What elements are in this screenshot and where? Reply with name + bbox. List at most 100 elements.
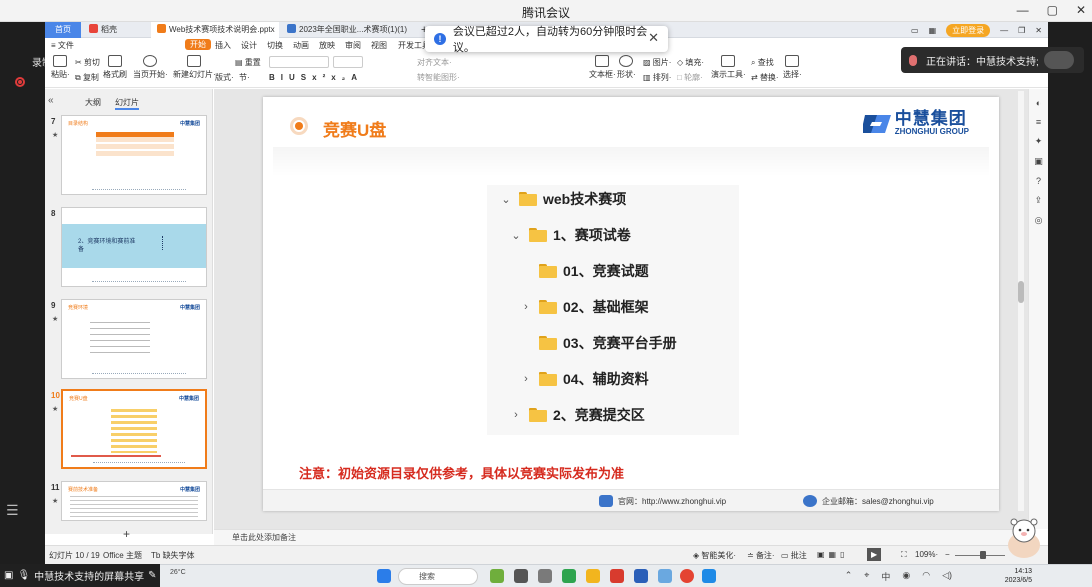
minimize-button[interactable]: —: [1017, 3, 1029, 17]
menu-slideshow[interactable]: 放映: [319, 40, 335, 51]
reset-button[interactable]: ▤ 重置: [235, 57, 261, 68]
smart-beautify-button[interactable]: ◈ 智能美化·: [693, 550, 736, 561]
wps-restore-button[interactable]: ❐: [1018, 26, 1025, 35]
taskbar-clock[interactable]: 14:13 2023/6/5: [1005, 567, 1032, 585]
wps-close-button[interactable]: ✕: [1035, 26, 1042, 35]
tray-chevron-icon[interactable]: ⌃: [845, 570, 853, 583]
outline-button[interactable]: □ 轮廓·: [677, 72, 703, 83]
share-icon[interactable]: ⇪: [1029, 195, 1048, 206]
start-button-icon[interactable]: [377, 569, 391, 583]
zoom-level[interactable]: 109%·: [915, 550, 938, 559]
format-painter-button[interactable]: 格式刷: [103, 55, 127, 80]
property-icon[interactable]: ≡: [1029, 117, 1048, 127]
menu-animation[interactable]: 动画: [293, 40, 309, 51]
wifi-icon[interactable]: ◠: [922, 570, 930, 583]
select-button[interactable]: 选择·: [783, 55, 802, 80]
tray-app-icon[interactable]: ◉: [902, 570, 910, 583]
add-slide-button[interactable]: +: [123, 527, 130, 541]
menu-design[interactable]: 设计: [241, 40, 257, 51]
menu-insert[interactable]: 插入: [215, 40, 231, 51]
slide-thumb-10[interactable]: 竞赛U盘 中慧集团: [61, 389, 207, 469]
menu-list-icon[interactable]: ☰: [6, 502, 19, 519]
theme-name[interactable]: Office 主题: [103, 550, 142, 561]
font-style-buttons[interactable]: BIUSx²x₂A: [269, 73, 363, 82]
slide-thumb-9[interactable]: 竞赛环境 中慧集团: [61, 299, 207, 379]
fit-window-icon[interactable]: ⛶: [901, 550, 907, 560]
tab-outline[interactable]: 大纲: [85, 97, 101, 110]
align-text-button[interactable]: 对齐文本·: [417, 57, 452, 68]
layout-icon[interactable]: ▭: [911, 26, 919, 35]
close-button[interactable]: ✕: [1076, 3, 1086, 17]
app-icon[interactable]: [562, 569, 576, 583]
shape-button[interactable]: 形状·: [617, 55, 636, 80]
layers-icon[interactable]: ▣: [1029, 156, 1048, 167]
animation-icon[interactable]: ✦: [1029, 136, 1048, 147]
app-icon[interactable]: [634, 569, 648, 583]
replace-button[interactable]: ⇄ 替换·: [751, 72, 779, 83]
tray-pin-icon[interactable]: ⌖: [864, 570, 869, 583]
layout-button[interactable]: 版式·: [215, 72, 234, 83]
textbox-button[interactable]: 文本框·: [589, 55, 616, 80]
play-from-current-button[interactable]: 当页开始·: [133, 55, 168, 80]
style-icon[interactable]: ◐: [1029, 98, 1048, 108]
app-icon[interactable]: [538, 569, 552, 583]
arrange-button[interactable]: ▥ 排列·: [643, 72, 671, 83]
section-button[interactable]: 节·: [239, 72, 250, 83]
menu-review[interactable]: 审阅: [345, 40, 361, 51]
notes-toggle-button[interactable]: ≐ 备注·: [747, 550, 775, 561]
find-button[interactable]: ⌕ 查找: [751, 57, 774, 68]
apps-grid-icon[interactable]: ▦: [929, 26, 937, 35]
close-icon[interactable]: ✕: [648, 30, 659, 46]
convert-smartart-button[interactable]: 转智能图形·: [417, 72, 460, 83]
tab-ppt-file[interactable]: Web技术赛项技术说明会.pptx: [151, 22, 279, 38]
picture-button[interactable]: ▨ 图片·: [643, 57, 671, 68]
tab-home[interactable]: 首页: [45, 22, 81, 38]
missing-font-button[interactable]: Tb 缺失字体: [151, 550, 195, 561]
file-explorer-icon[interactable]: [586, 569, 600, 583]
cut-button[interactable]: ✂ 剪切: [75, 57, 100, 68]
zoom-out-button[interactable]: −: [945, 550, 950, 559]
tab-slides[interactable]: 幻灯片: [115, 97, 139, 110]
taskbar-search[interactable]: 搜索: [398, 568, 478, 585]
wps-app-icon[interactable]: [610, 569, 624, 583]
location-icon[interactable]: ◎: [1029, 215, 1048, 226]
copy-button[interactable]: ⧉ 复制: [75, 72, 99, 83]
app-icon[interactable]: [514, 569, 528, 583]
app-icon[interactable]: [658, 569, 672, 583]
font-name-select[interactable]: [269, 56, 329, 68]
tab-pdf-file[interactable]: 2023年全国职业...术赛项(1)(1): [281, 22, 411, 38]
view-mode-buttons[interactable]: ▣▦▯: [817, 550, 849, 559]
menu-transition[interactable]: 切换: [267, 40, 283, 51]
menu-file[interactable]: ≡ 文件: [51, 40, 74, 51]
zoom-slider-knob[interactable]: [980, 551, 986, 559]
login-button[interactable]: 立即登录: [946, 24, 991, 37]
presentation-tools-button[interactable]: 演示工具·: [711, 55, 746, 80]
input-method[interactable]: 中: [881, 570, 890, 583]
slide-thumb-7[interactable]: 目录结构 中慧集团: [61, 115, 207, 195]
fill-button[interactable]: ◇ 填充·: [677, 57, 704, 68]
notes-bar[interactable]: 单击此处添加备注: [214, 529, 1028, 545]
paste-button[interactable]: 粘贴·: [51, 55, 70, 80]
chrome-icon[interactable]: [680, 569, 694, 583]
canvas-scrollbar[interactable]: [1018, 91, 1024, 511]
new-slide-button[interactable]: 新建幻灯片·: [173, 55, 216, 80]
font-size-select[interactable]: [333, 56, 363, 68]
wps-minimize-button[interactable]: —: [1000, 26, 1008, 35]
tencent-meeting-icon[interactable]: [702, 569, 716, 583]
maximize-button[interactable]: ▢: [1047, 3, 1058, 17]
collapse-panel-icon[interactable]: «: [48, 95, 54, 106]
comments-button[interactable]: ▭ 批注: [781, 550, 807, 561]
weather-widget[interactable]: 26°C: [170, 569, 186, 576]
play-slideshow-button[interactable]: ▶: [867, 548, 882, 561]
volume-icon[interactable]: ◁): [942, 570, 952, 583]
scrollbar-thumb[interactable]: [1018, 281, 1024, 303]
app-icon[interactable]: [490, 569, 504, 583]
tab-docer[interactable]: 稻壳: [83, 22, 149, 38]
menu-view[interactable]: 视图: [371, 40, 387, 51]
current-slide[interactable]: 竞赛U盘 中慧集团 ZHONGHUI GROUP ⌄ web技术赛项 ⌄ 1、赛…: [263, 97, 999, 511]
pencil-icon[interactable]: ✎: [148, 570, 156, 581]
slide-thumb-11[interactable]: 赛前技术准备 中慧集团: [61, 481, 207, 521]
help-icon[interactable]: ?: [1029, 176, 1048, 186]
screen-share-bar[interactable]: ▣ 🎙 中慧技术支持的屏幕共享 ✎: [0, 564, 160, 587]
menu-start[interactable]: 开始: [185, 39, 211, 50]
